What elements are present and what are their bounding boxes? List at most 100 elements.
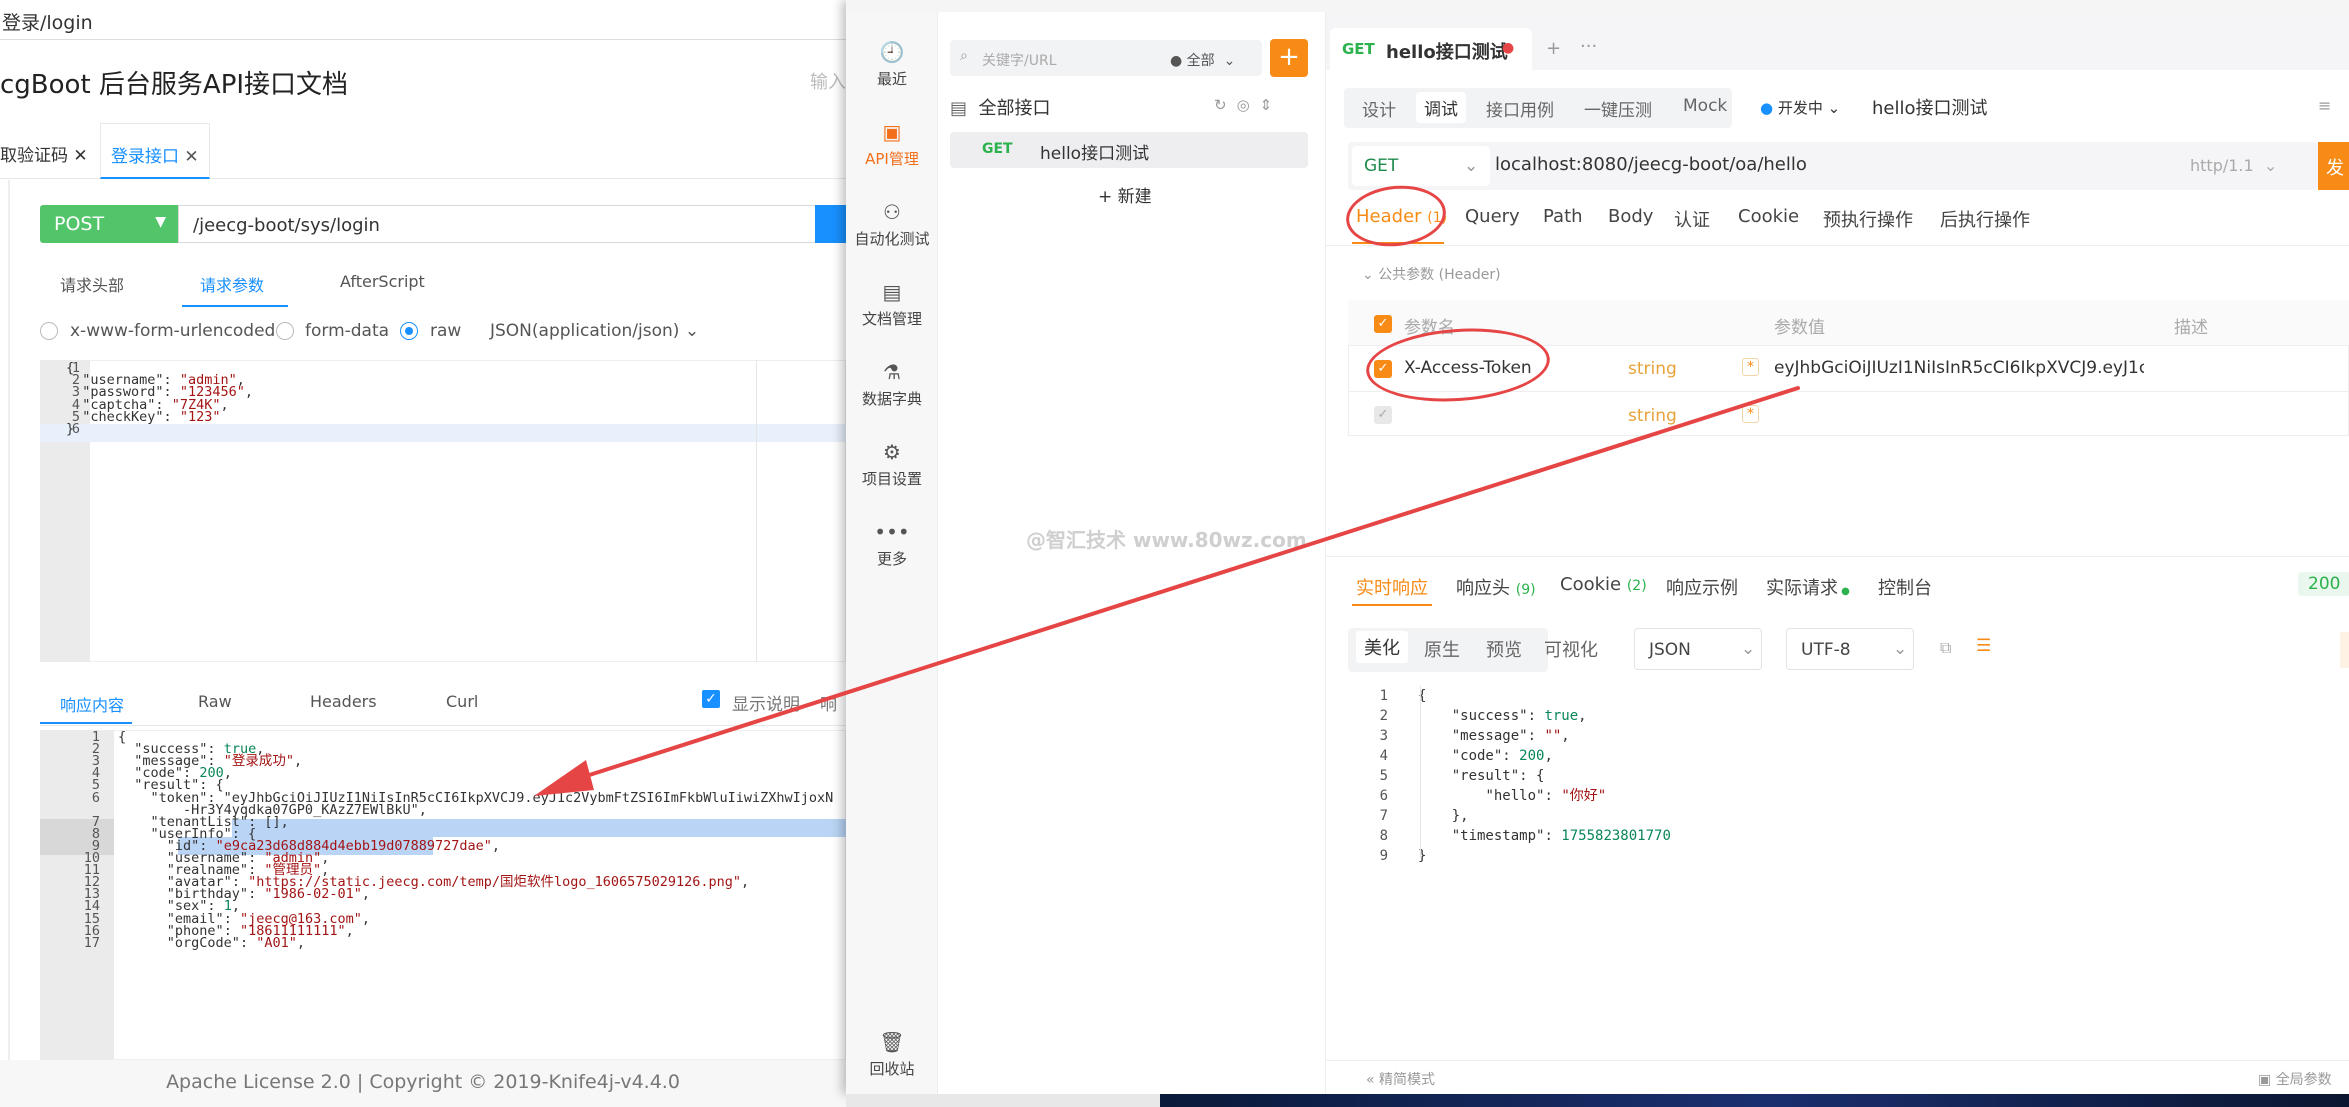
param-tab-query[interactable]: Query <box>1465 206 1520 227</box>
radio-label: raw <box>430 321 462 341</box>
new-button[interactable]: + 新建 <box>1098 182 1152 207</box>
chevron-down-icon: ⌄ <box>1741 639 1756 659</box>
chevron-down-icon: ⌄ <box>684 321 700 341</box>
table-row-empty[interactable] <box>1348 392 2349 436</box>
show-desc-checkbox[interactable]: ✓ <box>702 690 720 708</box>
select-all-checkbox[interactable]: ✓ <box>1374 315 1392 333</box>
view-pretty[interactable]: 美化 <box>1356 631 1408 663</box>
resp-tab-headers[interactable]: 响应头 (9) <box>1456 574 1536 600</box>
rail-trash[interactable]: 🗑 回收站 <box>846 1030 938 1079</box>
http-version-select[interactable]: http/1.1 ⌄ <box>2190 156 2277 175</box>
tree-tools-icons[interactable]: ↻◎⇕ <box>1214 96 1282 114</box>
doc-search-input[interactable]: 输入 <box>810 68 846 94</box>
seg-design[interactable]: 设计 <box>1362 96 1396 121</box>
add-button[interactable]: + <box>1270 39 1308 77</box>
close-icon[interactable]: ✕ <box>184 147 198 167</box>
view-visual[interactable]: 可视化 <box>1544 636 1598 662</box>
apifox-code-line-number: 4 <box>1379 748 1388 764</box>
status-bar: « 精简模式 ▣ 全局参数 <box>1326 1060 2349 1094</box>
more-tabs-icon[interactable]: ··· <box>1580 36 1597 57</box>
seg-cases[interactable]: 接口用例 <box>1486 96 1554 121</box>
subtab-afterscript[interactable]: AfterScript <box>340 272 425 291</box>
param-type-select[interactable]: string <box>1628 406 1677 426</box>
public-params-toggle[interactable]: ⌄ 公共参数 (Header) <box>1362 264 1501 284</box>
tab-login[interactable]: 登录接口 ✕ <box>100 123 210 179</box>
tree-root[interactable]: ▤ 全部接口 <box>950 94 1050 120</box>
response-code-line-number: 4 <box>91 765 100 782</box>
request-code-line: "checkKey": "123" <box>82 408 221 425</box>
param-tab-post[interactable]: 后执行操作 <box>1940 206 2030 232</box>
format-icon[interactable]: ☰ <box>1976 636 1991 656</box>
env-select[interactable]: ● 开发中 ⌄ <box>1760 97 1840 118</box>
rail-autotest[interactable]: ⚇ 自动化测试 <box>846 200 938 249</box>
api-name[interactable]: hello接口测试 <box>1872 94 1988 120</box>
send-button[interactable]: 发 <box>2318 142 2349 190</box>
resp-tab-cookie[interactable]: Cookie (2) <box>1560 574 1647 595</box>
global-params[interactable]: ▣ 全局参数 <box>2258 1069 2332 1089</box>
view-preview[interactable]: 预览 <box>1486 636 1522 662</box>
tree-item-hello[interactable]: GET hello接口测试 <box>950 132 1308 168</box>
subtab-headers[interactable]: 请求头部 <box>60 272 124 296</box>
rail-more[interactable]: ••• 更多 <box>846 520 938 569</box>
tab-headers[interactable]: Headers <box>310 692 377 711</box>
tab-label: 取验证码 <box>0 146 68 166</box>
param-type-select[interactable]: string <box>1628 359 1677 379</box>
tab-label: Cookie <box>1560 574 1622 595</box>
tab-raw[interactable]: Raw <box>198 692 232 711</box>
method-label: POST <box>54 213 105 235</box>
new-tab-icon[interactable]: + <box>1546 38 1561 59</box>
apifox-code-line-number: 9 <box>1379 848 1388 864</box>
doc-toggle-icon[interactable]: ≡ <box>2318 96 2331 115</box>
tab-captcha[interactable]: 取验证码 ✕ <box>0 123 98 179</box>
seg-mock[interactable]: Mock <box>1683 96 1727 116</box>
param-tab-auth[interactable]: 认证 <box>1674 206 1710 232</box>
param-value-input[interactable]: eyJhbGciOiJIUzI1NiIsInR5cCI6IkpXVCJ9.eyJ… <box>1774 358 2144 378</box>
resp-tab-console[interactable]: 控制台 <box>1878 574 1932 600</box>
url-input[interactable]: localhost:8080/jeecg-boot/oa/hello <box>1495 154 1807 175</box>
resp-tab-actual[interactable]: 实际请求 ● <box>1766 574 1850 600</box>
print-margin <box>756 360 757 662</box>
seg-debug[interactable]: 调试 <box>1416 92 1466 123</box>
resp-tab-example[interactable]: 响应示例 <box>1666 574 1738 600</box>
method-select[interactable]: POST ▼ <box>40 205 178 243</box>
active-line <box>40 424 846 442</box>
encoding-select[interactable]: UTF-8 ⌄ <box>1786 628 1914 670</box>
rail-settings[interactable]: ⚙ 项目设置 <box>846 440 938 489</box>
radio-raw[interactable] <box>400 322 418 340</box>
copy-icon[interactable]: ⧉ <box>1940 638 1951 658</box>
rail-recent[interactable]: 🕘 最近 <box>846 40 938 89</box>
tab-curl[interactable]: Curl <box>446 692 478 711</box>
raw-type-select[interactable]: JSON(application/json) ⌄ <box>490 321 699 341</box>
required-marker[interactable]: * <box>1742 358 1759 376</box>
tab-hello[interactable]: GET hello接口测试 ● <box>1330 28 1532 70</box>
row-checkbox[interactable]: ✓ <box>1374 406 1392 424</box>
resp-tab-realtime[interactable]: 实时响应 <box>1356 574 1428 600</box>
rail-docs[interactable]: ▤ 文档管理 <box>846 280 938 329</box>
subtab-params[interactable]: 请求参数 <box>200 272 264 296</box>
format-select[interactable]: JSON ⌄ <box>1634 628 1762 670</box>
param-tab-body[interactable]: Body <box>1608 206 1653 227</box>
send-button[interactable] <box>815 205 846 243</box>
tab-label: 响应头 <box>1456 578 1510 599</box>
tab-response[interactable]: 响应内容 <box>60 692 124 716</box>
tree-search-input[interactable]: ⌕ 关键字/URL ● 全部 ⌄ <box>950 40 1262 76</box>
compact-mode[interactable]: « 精简模式 <box>1366 1069 1435 1089</box>
method-select[interactable]: GET ⌄ <box>1352 146 1490 186</box>
param-tab-cookie[interactable]: Cookie <box>1738 206 1799 227</box>
required-marker[interactable]: * <box>1742 405 1759 423</box>
apifox-code-line: }, <box>1418 808 1469 824</box>
close-icon[interactable]: ✕ <box>73 146 87 166</box>
view-raw[interactable]: 原生 <box>1424 636 1460 662</box>
filter-select[interactable]: ● 全部 ⌄ <box>1170 50 1235 70</box>
radio-formdata[interactable] <box>276 322 294 340</box>
rail-api[interactable]: ▣ API管理 <box>846 120 938 169</box>
url-input[interactable]: /jeecg-boot/sys/login <box>178 205 818 243</box>
param-tab-path[interactable]: Path <box>1543 206 1583 227</box>
response-code-line-number: 6 <box>91 789 100 806</box>
param-tab-pre[interactable]: 预执行操作 <box>1823 206 1913 232</box>
compact-label: 精简模式 <box>1379 1072 1436 1088</box>
seg-stress[interactable]: 一键压测 <box>1584 96 1652 121</box>
address-bar[interactable]: 登录/login <box>0 0 846 40</box>
radio-urlencoded[interactable] <box>40 322 58 340</box>
rail-dictionary[interactable]: ⚗ 数据字典 <box>846 360 938 409</box>
